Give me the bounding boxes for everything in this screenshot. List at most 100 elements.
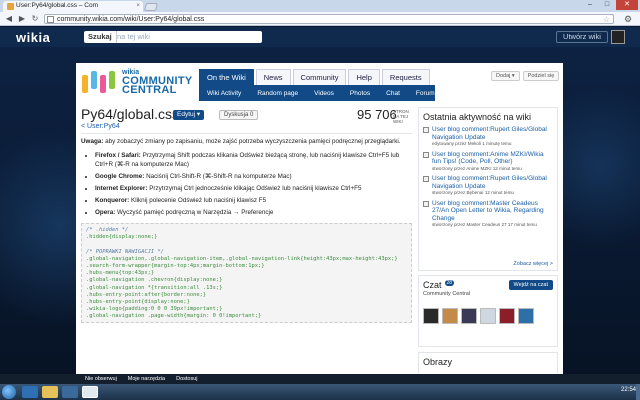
new-tab-button[interactable] — [143, 3, 159, 11]
see-more-link[interactable]: Zobacz więcej > — [513, 261, 553, 267]
avatar[interactable] — [480, 308, 496, 324]
wiki-page: wikia COMMUNITY CENTRAL On the Wiki News… — [76, 63, 563, 374]
browser-tab[interactable]: User:Py64/global.css – Com × — [3, 1, 143, 12]
window-controls: – □ ✕ — [581, 0, 638, 10]
clock[interactable]: 22:54 — [621, 387, 636, 393]
notice-lead: Uwaga: — [81, 138, 104, 145]
wiki-name-line2: CENTRAL — [122, 84, 177, 96]
edit-button[interactable]: Edytuj ▾ — [173, 110, 205, 120]
activity-item[interactable]: User blog comment:Rupert Giles/Global Na… — [423, 175, 553, 196]
unwatch-button[interactable]: Nie obserwuj — [82, 376, 120, 382]
add-menu-button[interactable]: Dodaj ▾ — [491, 71, 520, 81]
tab-help[interactable]: Help — [348, 69, 380, 85]
avatar[interactable] — [518, 308, 534, 324]
my-tools-button[interactable]: Moje narzędzia — [125, 376, 168, 382]
wiki-activity-module: Ostatnia aktywność na wiki User blog com… — [418, 107, 558, 271]
tab-close-icon[interactable]: × — [136, 2, 140, 9]
wikia-logo[interactable]: wikia — [16, 30, 50, 45]
logo-block-icon — [91, 71, 97, 89]
browser-instruction: Kliknij polecenie Odśwież lub naciśnij k… — [129, 197, 267, 204]
browser-instruction: Naciśnij Ctrl-Shift-R (⌘-Shift-R na komp… — [144, 173, 292, 180]
tab-on-the-wiki[interactable]: On the Wiki — [199, 69, 254, 85]
activity-meta: stworzony przez Anime MZKI 12 minut temu — [432, 165, 522, 171]
article: Py64/global.css Edytuj ▾ Dyskusja 0 95 7… — [81, 105, 412, 374]
activity-link[interactable]: User blog comment:Rupert Giles/Global Na… — [432, 126, 553, 141]
subnav-photos[interactable]: Photos — [342, 90, 378, 97]
divider — [81, 133, 412, 134]
show-desktop-button[interactable] — [636, 384, 640, 400]
list-item: Opera: Wyczyść pamięć podręczną w Narzęd… — [95, 208, 412, 217]
blog-comment-icon — [423, 151, 429, 158]
activity-item[interactable]: User blog comment:Master Ceadeus 27/An O… — [423, 200, 553, 228]
avatar[interactable] — [442, 308, 458, 324]
activity-meta: stworzony przez Bębenaí 12 minut temu — [432, 190, 514, 195]
wikia-favicon-icon — [7, 3, 14, 10]
avatar[interactable] — [499, 308, 515, 324]
back-link[interactable]: < User:Py64 — [81, 123, 120, 130]
tab-community[interactable]: Community — [292, 69, 347, 85]
back-button[interactable]: ◀ — [4, 14, 14, 24]
cache-notice-intro: Uwaga: aby zobaczyć zmiany po zapisaniu,… — [81, 137, 412, 146]
wrench-menu-icon[interactable]: ⚙ — [624, 14, 634, 24]
activity-link[interactable]: User blog comment:Anime MZKI/Wikia fun T… — [432, 151, 553, 166]
subnav-videos[interactable]: Videos — [306, 90, 342, 97]
activity-link[interactable]: User blog comment:Master Ceadeus 27/An O… — [432, 200, 553, 223]
code-line: .global-navigation .chevron{display:none… — [86, 277, 223, 284]
reload-button[interactable]: ↻ — [30, 14, 40, 24]
browser-name: Opera: — [95, 209, 116, 216]
user-avatar[interactable] — [611, 30, 625, 44]
minimize-button[interactable]: – — [582, 0, 598, 10]
browser-name: Firefox / Safari: — [95, 152, 141, 159]
close-window-button[interactable]: ✕ — [616, 0, 638, 10]
browser-name: Google Chrome: — [95, 173, 145, 180]
activity-item[interactable]: User blog comment:Rupert Giles/Global Na… — [423, 126, 553, 147]
cache-notice: Uwaga: aby zobaczyć zmiany po zapisaniu,… — [81, 137, 412, 220]
customize-button[interactable]: Dostosuj — [173, 376, 200, 382]
avatar[interactable] — [461, 308, 477, 324]
list-item: Internet Explorer: Przytrzymaj Ctrl jedn… — [95, 184, 412, 193]
share-button[interactable]: Podziel się — [522, 71, 560, 81]
search-input[interactable]: na tej wiki — [117, 31, 150, 43]
chat-title: Czat — [423, 280, 442, 290]
wiki-header: wikia COMMUNITY CENTRAL On the Wiki News… — [76, 63, 563, 103]
media-player-icon[interactable] — [62, 386, 78, 398]
wiki-name[interactable]: wikia COMMUNITY CENTRAL — [122, 68, 192, 96]
tab-news[interactable]: News — [255, 69, 291, 85]
avatar[interactable] — [423, 308, 439, 324]
subnav-wiki-activity[interactable]: Wiki Activity — [199, 90, 249, 97]
address-bar[interactable]: community.wikia.com/wiki/User:Py64/globa… — [44, 14, 614, 24]
forward-button[interactable]: ▶ — [17, 14, 27, 24]
bookmark-star-icon[interactable]: ☆ — [603, 15, 610, 24]
ie-icon[interactable] — [22, 386, 38, 398]
folder-icon[interactable] — [42, 386, 58, 398]
code-line: .global-navigation,.global-navigation-it… — [86, 255, 398, 262]
talk-button[interactable]: Dyskusja 0 — [219, 110, 259, 120]
code-line: .hubs-menu{top:43px;} — [86, 270, 155, 277]
chat-module: Czat 28 Wejdź na czat Community Central — [418, 275, 558, 347]
chrome-taskbar-icon[interactable] — [82, 386, 98, 398]
wiki-local-nav: On the Wiki News Community Help Requests… — [199, 69, 441, 103]
maximize-button[interactable]: □ — [599, 0, 615, 10]
tab-requests[interactable]: Requests — [381, 69, 430, 85]
blog-comment-icon — [423, 200, 429, 207]
start-button-icon[interactable] — [2, 385, 16, 399]
url-text: community.wikia.com/wiki/User:Py64/globa… — [57, 16, 205, 23]
browser-instruction: Przytrzymaj Shift podczas klikania Odświ… — [95, 152, 400, 168]
browser-name: Konqueror: — [95, 197, 130, 204]
create-wiki-button[interactable]: Utwórz wiki — [556, 31, 608, 43]
page-icon — [47, 16, 54, 23]
page-title: Py64/global.css — [81, 106, 180, 122]
subnav-chat[interactable]: Chat — [378, 90, 408, 97]
wikia-search-box: Szukaj na tej wiki — [84, 31, 262, 43]
subnav-forum[interactable]: Forum — [408, 90, 443, 97]
logo-block-icon — [82, 75, 88, 93]
activity-item[interactable]: User blog comment:Anime MZKI/Wikia fun T… — [423, 151, 553, 172]
join-chat-button[interactable]: Wejdź na czat — [508, 280, 553, 290]
subnav-random-page[interactable]: Random page — [249, 90, 306, 97]
right-rail: Ostatnia aktywność na wiki User blog com… — [418, 107, 558, 374]
browser-instruction: Przytrzymaj Ctrl jednocześnie klikając O… — [147, 185, 362, 192]
search-button[interactable]: Szukaj — [84, 31, 117, 43]
chat-user-count: 28 — [444, 280, 455, 286]
activity-link[interactable]: User blog comment:Rupert Giles/Global Na… — [432, 175, 553, 190]
css-code-block[interactable]: /* .hidden */.hidden{display:none;} /* P… — [81, 223, 412, 323]
